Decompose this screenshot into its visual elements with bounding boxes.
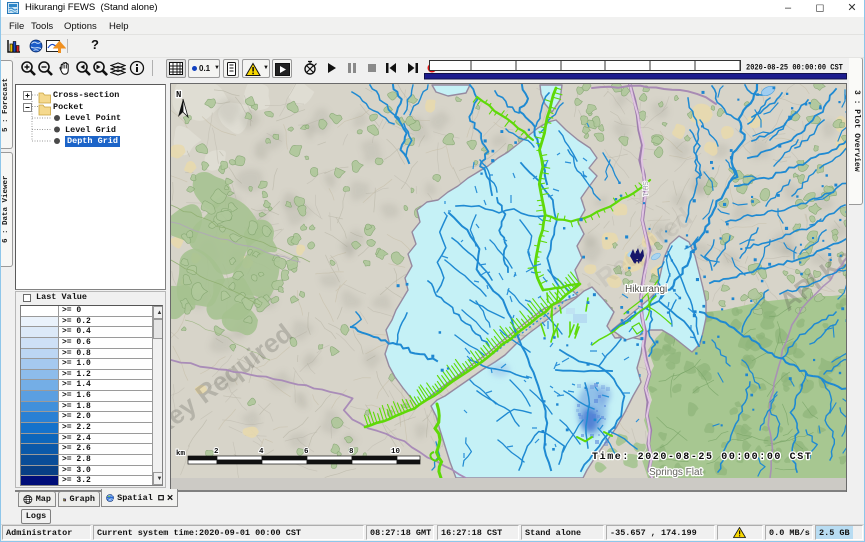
svg-text:Hikurangi: Hikurangi: [625, 284, 667, 295]
svg-text:Time: 2020-08-25 00:00:00 CST: Time: 2020-08-25 00:00:00 CST: [592, 451, 812, 463]
svg-text:SH 1: SH 1: [641, 181, 648, 197]
svg-text:N: N: [176, 90, 181, 100]
svg-text:2: 2: [214, 448, 219, 456]
svg-text:km: km: [176, 450, 186, 458]
svg-text:10: 10: [391, 448, 401, 456]
svg-text:4: 4: [259, 448, 264, 456]
svg-text:8: 8: [349, 448, 354, 456]
svg-text:6: 6: [304, 448, 309, 456]
svg-text:Springs Flat: Springs Flat: [649, 467, 703, 478]
